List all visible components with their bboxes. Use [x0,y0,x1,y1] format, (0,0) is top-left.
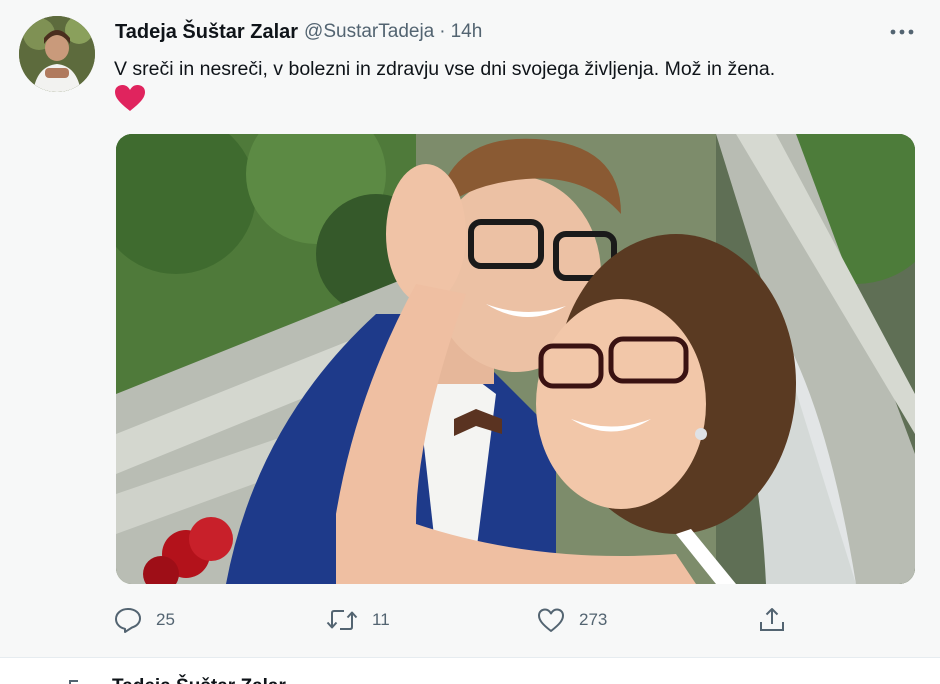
avatar[interactable] [19,16,95,92]
retweet-button[interactable]: 11 [326,600,390,640]
heart-emoji-icon [115,85,145,111]
author-handle[interactable]: @SustarTadeja [304,21,434,43]
share-icon [760,608,784,631]
wedding-photo [116,134,915,584]
like-button[interactable]: 273 [537,600,607,640]
like-count: 273 [579,610,608,629]
retweet-icon [326,610,358,630]
retweet-icon [69,680,78,684]
next-tweet-peek[interactable]: Tadeja Šuštar Zalar [0,657,940,684]
share-button[interactable] [758,600,786,640]
tweet-text: V sreči in nesreči, v bolezni in zdravju… [114,58,776,80]
tweet-photo[interactable] [116,134,915,584]
like-icon [538,608,564,632]
more-horizontal-icon [890,29,914,35]
separator-dot: · [439,21,446,42]
tweet-header: Tadeja Šuštar Zalar @SustarTadeja · 14h [115,19,482,45]
reply-count: 25 [156,610,175,629]
more-options-button[interactable] [888,19,916,45]
author-name[interactable]: Tadeja Šuštar Zalar [115,21,298,44]
retweet-count: 11 [372,610,390,629]
tweet-actions: 25 11 273 [0,600,940,640]
reply-button[interactable]: 25 [114,600,175,640]
tweet-time[interactable]: 14h [451,21,483,43]
tweet[interactable]: Tadeja Šuštar Zalar @SustarTadeja · 14h … [0,0,940,655]
avatar-image [19,16,95,92]
reply-icon [115,608,141,633]
